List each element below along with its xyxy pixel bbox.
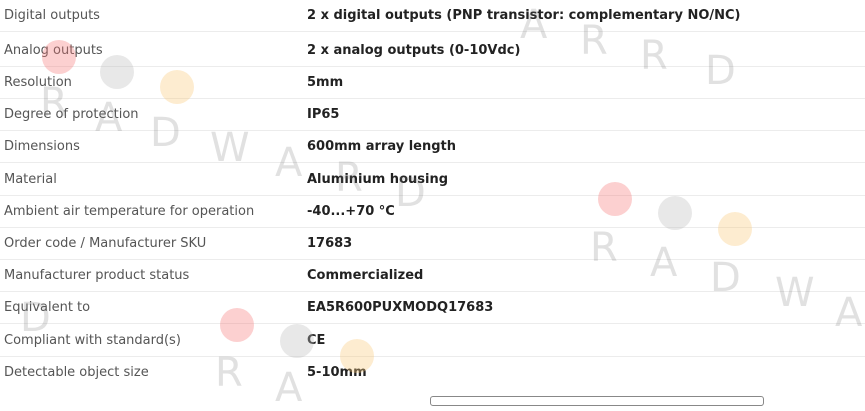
spec-value: IP65	[307, 107, 340, 122]
spec-label: Resolution	[4, 75, 72, 90]
spec-value: Commercialized	[307, 268, 424, 283]
spec-label: Equivalent to	[4, 300, 91, 315]
spec-label: Digital outputs	[4, 8, 100, 23]
spec-row-ambient-temperature: Ambient air temperature for operation -4…	[0, 196, 865, 228]
spec-value: 5mm	[307, 75, 344, 90]
spec-row-resolution: Resolution 5mm	[0, 67, 865, 99]
spec-label: Ambient air temperature for operation	[4, 204, 255, 219]
spec-label: Material	[4, 172, 57, 187]
spec-label: Degree of protection	[4, 107, 139, 122]
spec-value: 2 x analog outputs (0-10Vdc)	[307, 43, 521, 58]
spec-label: Detectable object size	[4, 365, 149, 380]
spec-label: Dimensions	[4, 139, 80, 154]
spec-value: 5-10mm	[307, 365, 367, 380]
spec-row-order-code: Order code / Manufacturer SKU 17683	[0, 228, 865, 260]
spec-row-compliant-standards: Compliant with standard(s) CE	[0, 325, 865, 357]
bottom-panel-edge	[430, 396, 764, 406]
spec-value: EA5R600PUXMODQ17683	[307, 300, 494, 315]
spec-row-degree-of-protection: Degree of protection IP65	[0, 99, 865, 131]
spec-row-detectable-object-size: Detectable object size 5-10mm	[0, 357, 865, 389]
spec-label: Analog outputs	[4, 43, 103, 58]
spec-value: 600mm array length	[307, 139, 457, 154]
spec-row-material: Material Aluminium housing	[0, 164, 865, 196]
spec-value: Aluminium housing	[307, 172, 449, 187]
spec-value: 17683	[307, 236, 353, 251]
spec-value: 2 x digital outputs (PNP transistor: com…	[307, 8, 741, 23]
spec-value: -40...+70 °C	[307, 204, 395, 219]
spec-label: Compliant with standard(s)	[4, 333, 181, 348]
spec-label: Order code / Manufacturer SKU	[4, 236, 207, 251]
spec-row-analog-outputs: Analog outputs 2 x analog outputs (0-10V…	[0, 35, 865, 67]
spec-row-product-status: Manufacturer product status Commercializ…	[0, 260, 865, 292]
spec-row-dimensions: Dimensions 600mm array length	[0, 131, 865, 163]
spec-row-digital-outputs: Digital outputs 2 x digital outputs (PNP…	[0, 0, 865, 32]
spec-value: CE	[307, 333, 326, 348]
spec-row-equivalent-to: Equivalent to EA5R600PUXMODQ17683	[0, 292, 865, 324]
spec-label: Manufacturer product status	[4, 268, 190, 283]
